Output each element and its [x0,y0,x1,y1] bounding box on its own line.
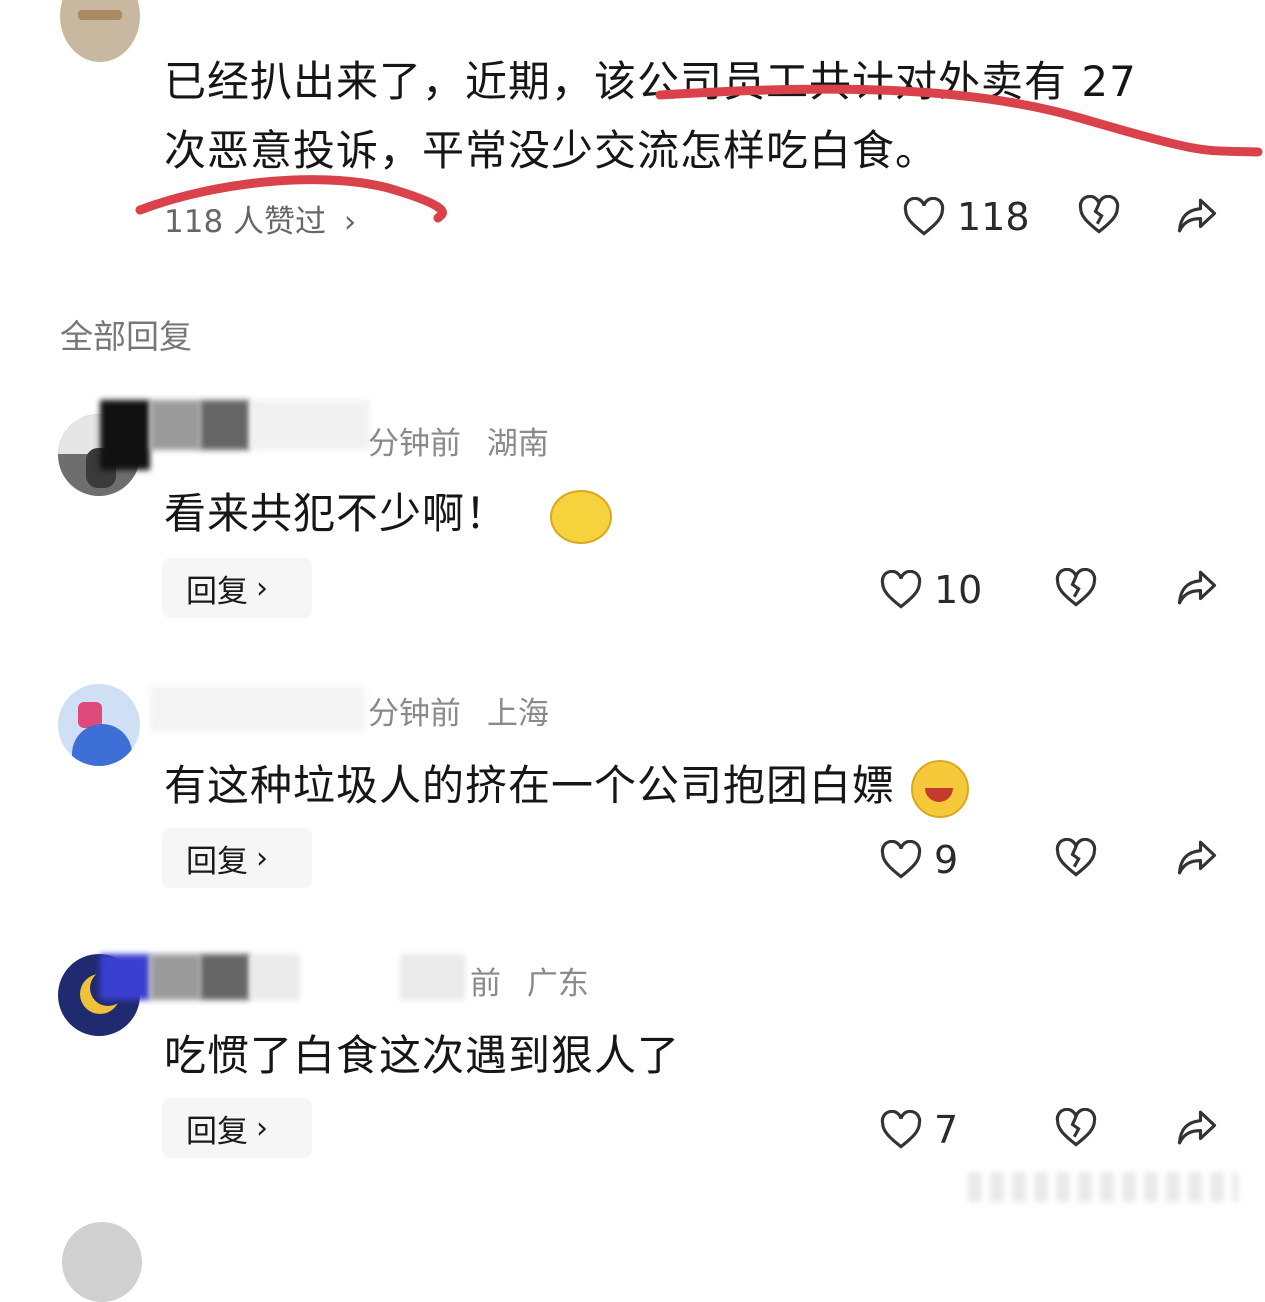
reply-button-label: 回复 [186,1113,248,1150]
share-button[interactable] [1176,568,1218,608]
heart-outline-icon [880,1110,922,1149]
section-title: 全部回复 [60,317,192,356]
like-count: 7 [934,1108,959,1152]
watermark-logo [968,1172,1238,1202]
reply-meta: 前 广东 [470,958,589,1003]
like-count: 9 [934,838,959,882]
reply-meta: 分钟前 上海 [368,688,549,733]
dislike-button[interactable] [1078,195,1120,235]
avatar[interactable] [58,684,140,766]
share-arrow-icon [1177,1110,1217,1145]
share-arrow-icon [1177,840,1217,875]
chevron-right-icon: › [256,570,268,606]
share-button[interactable] [1176,1108,1218,1148]
heart-outline-icon [880,840,922,879]
reply-meta: 分钟前 湖南 [368,418,549,463]
share-button[interactable] [1176,196,1218,236]
like-count: 118 [957,195,1030,239]
facepalm-emoji-icon [550,489,613,544]
dislike-button[interactable] [1055,1108,1097,1148]
reply-text: 吃惯了白食这次遇到狠人了 [164,1031,681,1080]
reply-text-content: 有这种垃圾人的挤在一个公司抱团白嫖 [164,761,896,810]
like-button[interactable]: 9 [880,838,958,882]
like-count: 10 [934,568,983,612]
reply-location: 广东 [526,966,589,1002]
like-button[interactable]: 118 [903,195,1030,239]
reply-time: 分钟前 [368,696,461,732]
reply-location: 上海 [486,696,549,732]
username-redacted [250,954,300,1000]
username-redacted [100,954,150,1000]
chevron-right-icon: › [256,1110,268,1146]
username-redacted [200,400,250,450]
broken-heart-icon [1055,838,1097,877]
broken-heart-icon [1055,1108,1097,1147]
dislike-button[interactable] [1055,568,1097,608]
reply-text: 有这种垃圾人的挤在一个公司抱团白嫖 [164,752,970,818]
username-redacted [250,400,370,450]
share-arrow-icon [1177,198,1217,233]
reply-location: 湖南 [486,426,549,462]
laughing-crying-emoji-icon [911,759,970,818]
red-annotation-strokes [135,84,1263,223]
reply-button-label: 回复 [186,573,248,610]
like-button[interactable]: 10 [880,568,982,612]
reply-time: 分钟前 [368,426,461,462]
reply-button[interactable]: 回复 › [162,828,312,888]
broken-heart-icon [1078,195,1120,234]
reply-button[interactable]: 回复 › [162,558,312,618]
chevron-right-icon: › [256,840,268,876]
dislike-button[interactable] [1055,838,1097,878]
heart-outline-icon [903,197,945,236]
username-redacted [150,686,365,732]
username-redacted [150,400,200,450]
username-redacted [150,954,200,1000]
share-arrow-icon [1177,570,1217,605]
heart-outline-icon [880,570,922,609]
like-button[interactable]: 7 [880,1108,958,1152]
broken-heart-icon [1055,568,1097,607]
username-redacted [200,954,250,1000]
reply-button[interactable]: 回复 › [162,1098,312,1158]
reply-text-content: 看来共犯不少啊！ [164,489,509,538]
username-redacted [100,400,150,470]
reply-time: 前 [470,966,501,1002]
share-button[interactable] [1176,838,1218,878]
avatar[interactable] [62,1222,142,1302]
username-redacted [400,954,465,1000]
reply-text: 看来共犯不少啊！ [164,480,613,544]
reply-button-label: 回复 [186,843,248,880]
